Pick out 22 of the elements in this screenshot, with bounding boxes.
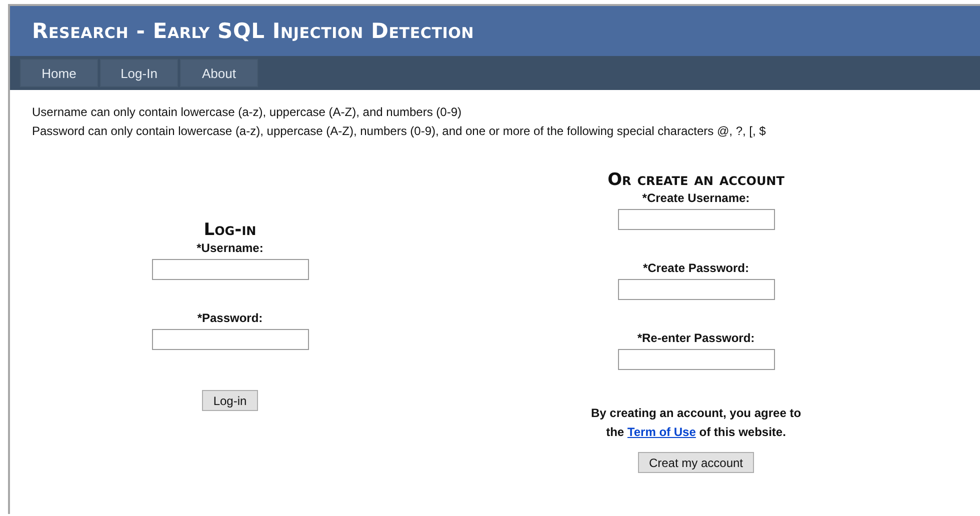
login-button[interactable]: Log-in	[202, 390, 258, 411]
site-title: Research - Early SQL Injection Detection	[32, 19, 474, 43]
input-field[interactable]	[152, 259, 308, 280]
input-field[interactable]	[152, 329, 308, 350]
nav-link[interactable]: Log-In	[100, 59, 178, 87]
input-field[interactable]	[618, 349, 774, 370]
field-label: *Username:	[196, 241, 264, 256]
field-label: *Re-enter Password:	[637, 331, 755, 346]
terms-link[interactable]: Term of Use	[627, 425, 696, 439]
field-label: *Create Username:	[642, 191, 750, 206]
signup-heading: Or create an account	[608, 170, 784, 190]
agreement-text: By creating an account, you agree to the Term of Use of this website.	[590, 405, 802, 441]
rule-text: Password can only contain lowercase (a-z), uppercase (A-Z), numbers (0-9), and one or more of the following special characters @, ?, [, $	[32, 124, 767, 138]
field-label: *Password:	[197, 311, 263, 326]
input-field[interactable]	[618, 209, 774, 230]
create-account-button[interactable]: Creat my account	[638, 452, 754, 473]
nav-link[interactable]: Home	[20, 59, 98, 87]
input-field[interactable]	[618, 279, 774, 300]
field-label: *Create Password:	[642, 261, 750, 276]
login-heading: Log-in	[204, 220, 256, 240]
nav-link[interactable]: About	[180, 59, 258, 87]
rule-text: Username can only contain lowercase (a-z), uppercase (A-Z), and numbers (0-9)	[32, 105, 463, 119]
